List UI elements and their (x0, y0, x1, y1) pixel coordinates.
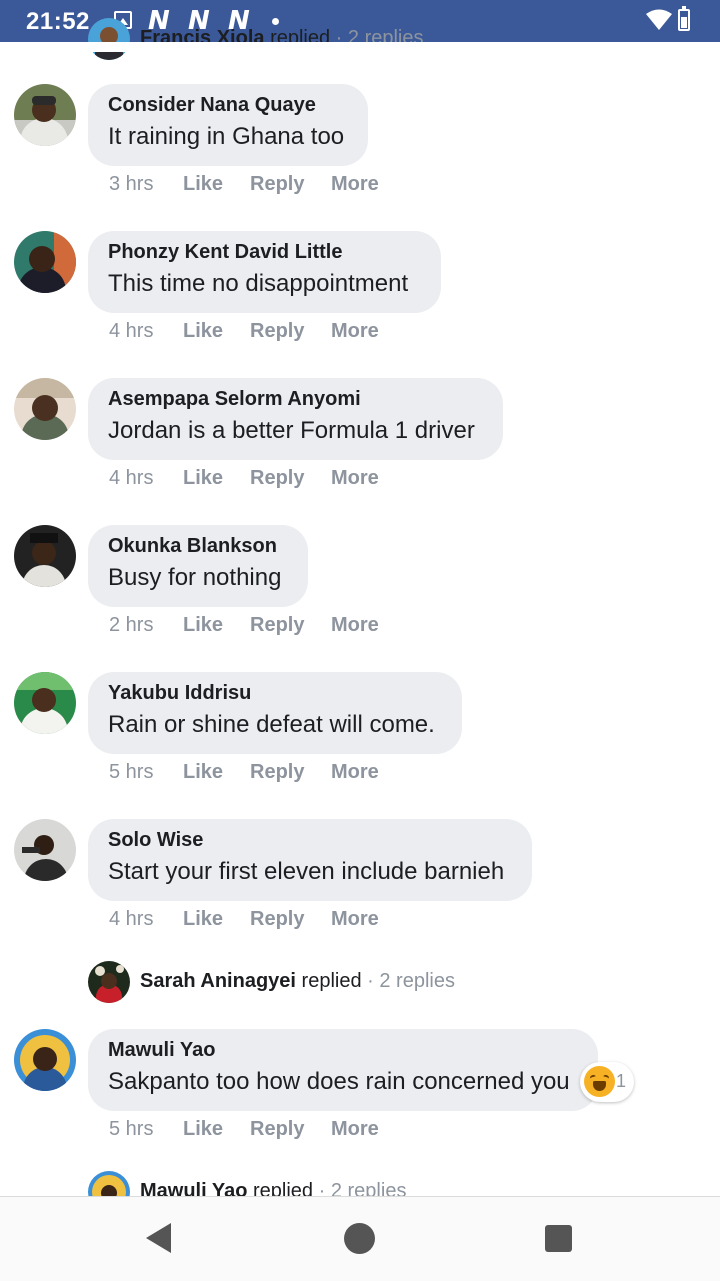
reply-button[interactable]: Reply (250, 614, 304, 637)
home-icon[interactable] (344, 1223, 375, 1254)
reply-thread[interactable]: Sarah Aninagyei replied · 2 replies (88, 961, 688, 1005)
comment-bubble[interactable]: Asempapa Selorm Anyomi Jordan is a bette… (88, 378, 503, 460)
more-button[interactable]: More (331, 614, 379, 637)
like-button[interactable]: Like (183, 908, 223, 931)
comment-time[interactable]: 5 hrs (109, 761, 153, 784)
navigation-bar (0, 1196, 720, 1281)
avatar[interactable] (14, 1029, 76, 1091)
comment-text: It raining in Ghana too (108, 123, 345, 150)
more-button[interactable]: More (331, 908, 379, 931)
reply-button[interactable]: Reply (250, 908, 304, 931)
avatar[interactable] (14, 525, 76, 587)
reaction-badge[interactable]: 1 (580, 1062, 634, 1102)
avatar[interactable] (88, 18, 130, 60)
comment-author[interactable]: Okunka Blankson (108, 535, 288, 557)
more-button[interactable]: More (331, 1118, 379, 1141)
like-button[interactable]: Like (183, 761, 223, 784)
haha-reaction-icon (584, 1066, 615, 1097)
comment-bubble[interactable]: Mawuli Yao Sakpanto too how does rain co… (88, 1029, 598, 1111)
comment-author[interactable]: Consider Nana Quaye (108, 94, 348, 116)
comment-text: Rain or shine defeat will come. (108, 711, 435, 738)
like-button[interactable]: Like (183, 614, 223, 637)
like-button[interactable]: Like (183, 1118, 223, 1141)
comment-bubble[interactable]: Consider Nana Quaye It raining in Ghana … (88, 84, 368, 166)
comment-text: Busy for nothing (108, 564, 282, 591)
comment-text: Jordan is a better Formula 1 driver (108, 417, 475, 444)
status-time: 21:52 (26, 8, 90, 35)
comment-time[interactable]: 2 hrs (109, 614, 153, 637)
reply-verb: replied (301, 970, 362, 992)
comment-time[interactable]: 3 hrs (109, 173, 153, 196)
reply-thread[interactable]: Francis Xiola replied · 2 replies (88, 18, 688, 62)
like-button[interactable]: Like (183, 467, 223, 490)
avatar[interactable] (14, 378, 76, 440)
avatar[interactable] (14, 84, 76, 146)
avatar[interactable] (88, 961, 130, 1003)
back-icon[interactable] (146, 1223, 171, 1253)
comment-author[interactable]: Yakubu Iddrisu (108, 682, 442, 704)
more-button[interactable]: More (331, 761, 379, 784)
more-button[interactable]: More (331, 467, 379, 490)
reply-button[interactable]: Reply (250, 467, 304, 490)
more-button[interactable]: More (331, 320, 379, 343)
comment-bubble[interactable]: Phonzy Kent David Little This time no di… (88, 231, 441, 313)
comment-text: This time no disappointment (108, 270, 409, 297)
comment-text: Sakpanto too how does rain concerned you (108, 1068, 570, 1095)
recents-icon[interactable] (545, 1225, 572, 1252)
comment-bubble[interactable]: Solo Wise Start your first eleven includ… (88, 819, 532, 901)
avatar[interactable] (14, 672, 76, 734)
reply-count[interactable]: · 2 replies (367, 970, 455, 992)
comment-author[interactable]: Asempapa Selorm Anyomi (108, 388, 483, 410)
reply-button[interactable]: Reply (250, 173, 304, 196)
comment-time[interactable]: 4 hrs (109, 467, 153, 490)
reply-button[interactable]: Reply (250, 320, 304, 343)
reply-author[interactable]: Sarah Aninagyei (140, 970, 296, 992)
reaction-count: 1 (616, 1071, 627, 1091)
comment-author[interactable]: Mawuli Yao (108, 1039, 578, 1061)
reply-button[interactable]: Reply (250, 761, 304, 784)
comment-bubble[interactable]: Yakubu Iddrisu Rain or shine defeat will… (88, 672, 462, 754)
comment-bubble[interactable]: Okunka Blankson Busy for nothing (88, 525, 308, 607)
like-button[interactable]: Like (183, 173, 223, 196)
comment-time[interactable]: 4 hrs (109, 320, 153, 343)
more-button[interactable]: More (331, 173, 379, 196)
comment-author[interactable]: Solo Wise (108, 829, 512, 851)
avatar[interactable] (14, 231, 76, 293)
comment-author[interactable]: Phonzy Kent David Little (108, 241, 421, 263)
like-button[interactable]: Like (183, 320, 223, 343)
comment-time[interactable]: 5 hrs (109, 1118, 153, 1141)
reply-button[interactable]: Reply (250, 1118, 304, 1141)
comment-text: Start your first eleven include barnieh (108, 858, 505, 885)
comment-time[interactable]: 4 hrs (109, 908, 153, 931)
avatar[interactable] (14, 819, 76, 881)
